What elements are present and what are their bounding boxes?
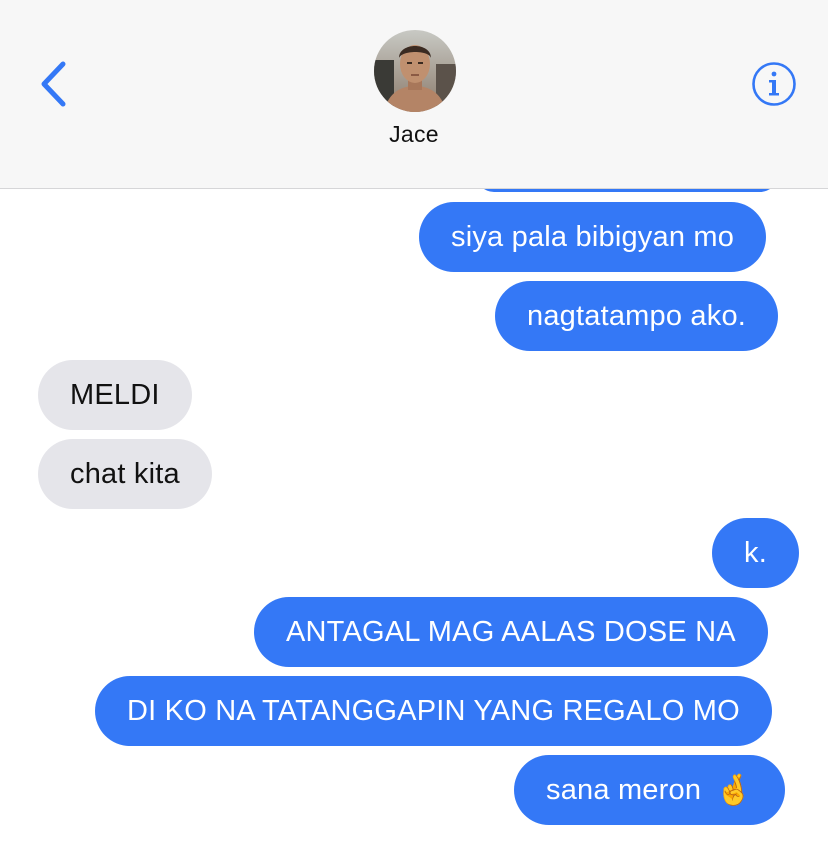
message-bubble-outgoing[interactable]: nagtatampo ako. bbox=[495, 281, 779, 351]
message-bubble-outgoing[interactable]: sana meron 🤞 bbox=[514, 755, 785, 825]
message-text: k. bbox=[744, 536, 767, 569]
info-circle-icon bbox=[752, 62, 796, 106]
message-text: DI KO NA TATANGGAPIN YANG REGALO MO bbox=[127, 694, 740, 727]
message-text: siya pala bibigyan mo bbox=[451, 220, 735, 253]
chevron-left-icon bbox=[41, 61, 66, 107]
message-bubble-outgoing[interactable]: ANTAGAL MAG AALAS DOSE NA bbox=[254, 597, 768, 667]
message-text: chat kita bbox=[70, 457, 180, 490]
message-bubble-outgoing[interactable]: DI KO NA TATANGGAPIN YANG REGALO MO bbox=[95, 676, 772, 746]
contact-avatar[interactable] bbox=[374, 30, 456, 112]
message-bubble-outgoing[interactable]: k. bbox=[712, 518, 799, 588]
crossed-fingers-emoji: 🤞 bbox=[715, 772, 753, 808]
info-button[interactable] bbox=[744, 56, 804, 112]
message-text: nagtatampo ako. bbox=[527, 299, 747, 332]
message-text: ANTAGAL MAG AALAS DOSE NA bbox=[286, 615, 736, 648]
conversation-header: Jace bbox=[0, 0, 828, 189]
avatar-photo bbox=[374, 30, 456, 112]
message-bubble-incoming[interactable]: chat kita bbox=[38, 439, 212, 509]
message-bubble-outgoing[interactable]: siya pala bibigyan mo bbox=[419, 202, 767, 272]
message-bubble-incoming[interactable]: MELDI bbox=[38, 360, 192, 430]
message-text: sana meron bbox=[546, 773, 702, 806]
back-button[interactable] bbox=[28, 56, 80, 112]
message-text: MELDI bbox=[70, 378, 160, 411]
contact-name[interactable]: Jace bbox=[0, 121, 828, 148]
